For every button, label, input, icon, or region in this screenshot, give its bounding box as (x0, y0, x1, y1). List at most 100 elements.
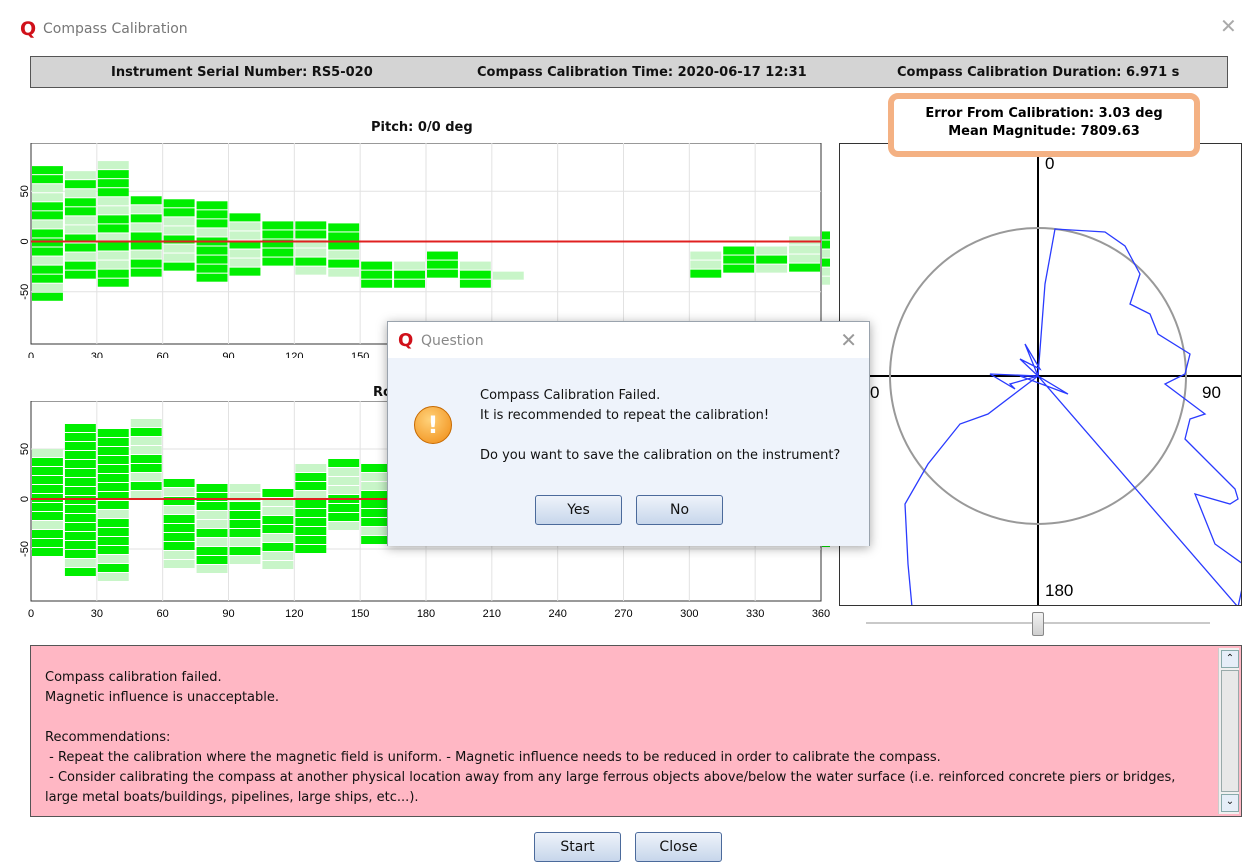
histogram-cell (32, 458, 63, 466)
x-tick-label: 30 (91, 351, 103, 358)
histogram-cell (32, 175, 63, 184)
histogram-cell (97, 438, 129, 446)
scroll-down-icon[interactable]: ⌄ (1221, 794, 1239, 812)
histogram-cell (163, 488, 195, 496)
histogram-cell (130, 482, 162, 490)
histogram-cell (97, 474, 129, 482)
histogram-cell (130, 473, 162, 481)
x-tick-label: 0 (28, 351, 34, 358)
histogram-cell (196, 565, 228, 573)
histogram-cell (328, 459, 360, 467)
histogram-cell (822, 240, 830, 249)
histogram-cell (64, 424, 96, 432)
polar-plot: 0 0 90 180 (839, 143, 1242, 606)
histogram-cell (196, 502, 228, 510)
histogram-cell (295, 248, 327, 257)
scroll-thumb[interactable] (1221, 670, 1239, 792)
histogram-cell (97, 546, 129, 554)
histogram-cell (328, 223, 360, 232)
histogram-cell (64, 225, 96, 234)
histogram-cell (32, 503, 63, 511)
x-tick-label: 60 (157, 608, 169, 620)
histogram-cell (97, 564, 129, 572)
histogram-cell (262, 507, 294, 515)
histogram-cell (262, 230, 294, 239)
error-from-calibration: Error From Calibration: 3.03 deg (925, 106, 1163, 121)
histogram-cell (64, 180, 96, 189)
histogram-cell (32, 449, 63, 457)
histogram-cell (459, 270, 491, 279)
pitch-plot-title: Pitch: 0/0 deg (371, 120, 473, 135)
histogram-cell (130, 250, 162, 259)
scroll-up-icon[interactable]: ⌃ (1221, 650, 1239, 668)
dialog-message-line-2: It is recommended to repeat the calibrat… (480, 408, 770, 423)
histogram-cell (229, 520, 261, 528)
polar-label-right: 90 (1202, 383, 1221, 402)
close-button[interactable]: Close (635, 832, 722, 862)
histogram-cell (196, 228, 228, 237)
histogram-cell (64, 460, 96, 468)
histogram-cell (328, 504, 360, 512)
histogram-cell (723, 255, 755, 264)
histogram-cell (196, 201, 228, 210)
histogram-cell (64, 550, 96, 558)
histogram-cell (394, 270, 425, 279)
histogram-cell (229, 231, 261, 240)
histogram-cell (328, 241, 360, 250)
histogram-cell (427, 269, 458, 278)
dialog-close-button[interactable]: ✕ (840, 328, 857, 352)
histogram-cell (163, 506, 195, 514)
histogram-cell (97, 260, 129, 269)
y-tick-label: -50 (19, 541, 31, 557)
histogram-cell (163, 217, 195, 226)
histogram-cell (229, 529, 261, 537)
histogram-cell (130, 259, 162, 268)
histogram-cell (196, 538, 228, 546)
window-close-button[interactable]: ✕ (1220, 14, 1237, 38)
histogram-cell (789, 245, 820, 254)
result-log-text: Compass calibration failed. Magnetic infl… (45, 668, 1221, 808)
histogram-cell (32, 539, 63, 547)
histogram-cell (723, 246, 755, 255)
histogram-cell (262, 552, 294, 560)
histogram-cell (196, 556, 228, 564)
histogram-cell (32, 530, 63, 538)
mean-magnitude: Mean Magnitude: 7809.63 (948, 124, 1140, 139)
y-tick-label: 0 (19, 238, 31, 244)
histogram-cell (32, 256, 63, 265)
histogram-cell (97, 197, 129, 206)
title-bar: Q Compass Calibration ✕ (0, 0, 1244, 56)
histogram-cell (97, 447, 129, 455)
log-line: - Repeat the calibration where the magne… (45, 750, 941, 765)
slider-handle[interactable] (1032, 612, 1044, 636)
histogram-cell (32, 548, 63, 556)
histogram-cell (394, 261, 425, 270)
dialog-yes-button[interactable]: Yes (535, 495, 622, 525)
start-button[interactable]: Start (534, 832, 621, 862)
histogram-cell (196, 264, 228, 273)
histogram-cell (97, 269, 129, 278)
histogram-cell (32, 184, 63, 193)
histogram-cell (64, 559, 96, 567)
histogram-cell (295, 230, 327, 239)
histogram-cell (130, 241, 162, 250)
histogram-cell (163, 551, 195, 559)
histogram-cell (130, 464, 162, 472)
x-tick-label: 150 (351, 608, 369, 620)
polar-slider[interactable] (866, 612, 1210, 636)
x-tick-label: 120 (285, 351, 303, 358)
histogram-cell (361, 261, 393, 270)
polar-label-left: 0 (870, 383, 879, 402)
dialog-no-button[interactable]: No (636, 495, 723, 525)
histogram-cell (295, 500, 327, 508)
histogram-cell (328, 232, 360, 241)
histogram-cell (64, 568, 96, 576)
histogram-cell (97, 465, 129, 473)
histogram-cell (295, 509, 327, 517)
histogram-cell (130, 446, 162, 454)
histogram-cell (229, 222, 261, 231)
x-tick-label: 180 (417, 608, 435, 620)
log-scrollbar[interactable]: ⌃ ⌄ (1218, 648, 1239, 814)
histogram-cell (196, 273, 228, 282)
histogram-cell (690, 260, 722, 269)
